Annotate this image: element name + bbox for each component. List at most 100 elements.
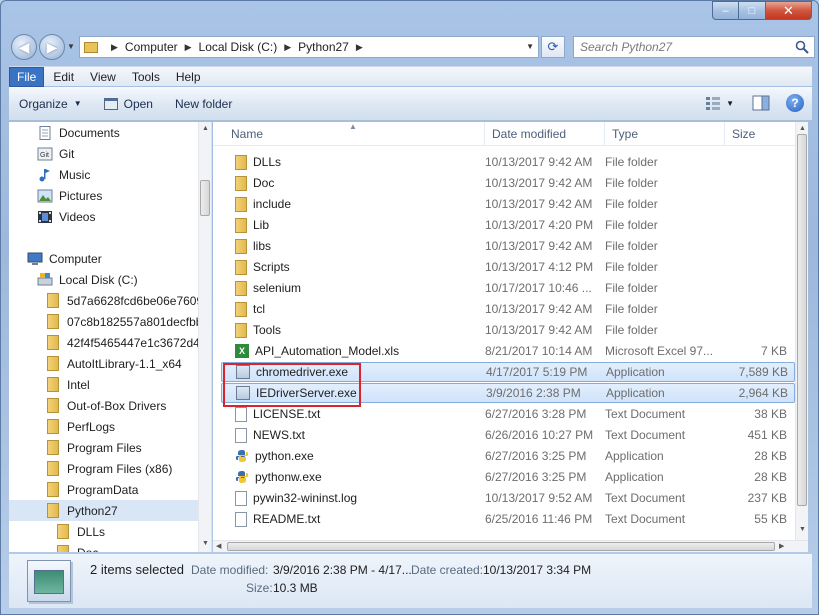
search-input[interactable] — [580, 40, 780, 54]
nav-item-program-files[interactable]: Program Files — [47, 437, 142, 458]
menu-edit[interactable]: Edit — [46, 68, 81, 86]
scrollbar-thumb[interactable] — [200, 180, 210, 216]
scroll-up-icon[interactable]: ▲ — [202, 125, 209, 132]
file-row[interactable]: libs 10/13/2017 9:42 AM File folder — [221, 236, 795, 256]
nav-item-5d7a6628fcd6be06e7609[interactable]: 5d7a6628fcd6be06e7609 — [47, 290, 203, 311]
file-row[interactable]: python.exe 6/27/2016 3:25 PM Application 28… — [221, 446, 795, 466]
file-row[interactable]: selenium 10/17/2017 10:46 ... File folder — [221, 278, 795, 298]
file-name: LICENSE.txt — [253, 407, 321, 421]
file-row[interactable]: tcl 10/13/2017 9:42 AM File folder — [221, 299, 795, 319]
file-row[interactable]: NEWS.txt 6/26/2016 10:27 PM Text Document 4… — [221, 425, 795, 445]
nav-item-autoitlibrary-1-1-x64[interactable]: AutoItLibrary-1.1_x64 — [47, 353, 182, 374]
column-type[interactable]: Type — [605, 122, 725, 146]
navigation-pane: Documents Git Git Music Pictures Videos Comput… — [9, 122, 212, 552]
nav-item-computer[interactable]: Computer — [27, 248, 102, 269]
horizontal-scrollbar[interactable]: ◀ ▶ — [213, 540, 808, 552]
file-row[interactable]: Doc 10/13/2017 9:42 AM File folder — [221, 173, 795, 193]
nav-item-label: Python27 — [67, 503, 118, 518]
file-row[interactable]: Lib 10/13/2017 4:20 PM File folder — [221, 215, 795, 235]
breadcrumb-local-disk[interactable]: Local Disk (C:) — [199, 40, 278, 54]
menu-view[interactable]: View — [83, 68, 123, 86]
chevron-right-icon[interactable]: ▶ — [284, 42, 291, 53]
file-name-cell: Scripts — [221, 259, 485, 275]
refresh-button[interactable]: ⟳ — [541, 36, 565, 58]
menu-help[interactable]: Help — [169, 68, 208, 86]
chevron-down-icon[interactable]: ▼ — [726, 99, 734, 108]
file-row[interactable]: Tools 10/13/2017 9:42 AM File folder — [221, 320, 795, 340]
scrollbar-thumb[interactable] — [227, 542, 775, 551]
nav-item-out-of-box-drivers[interactable]: Out-of-Box Drivers — [47, 395, 166, 416]
search-icon[interactable] — [795, 40, 809, 54]
nav-item-python27[interactable]: Python27 — [9, 500, 199, 521]
chevron-right-icon[interactable]: ▶ — [356, 42, 363, 53]
drive-icon — [37, 272, 53, 287]
nav-item-programdata[interactable]: ProgramData — [47, 479, 138, 500]
nav-item-doc[interactable]: Doc — [57, 542, 98, 552]
nav-item-local-disk-c[interactable]: Local Disk (C:) — [37, 269, 138, 290]
breadcrumb[interactable]: ▶ Computer ▶ Local Disk (C:) ▶ Python27 … — [79, 36, 539, 58]
file-row[interactable]: LICENSE.txt 6/27/2016 3:28 PM Text Documen… — [221, 404, 795, 424]
back-button[interactable]: ◀ — [11, 34, 37, 60]
nav-item-git[interactable]: Git Git — [37, 143, 74, 164]
nav-item-dlls[interactable]: DLLs — [57, 521, 105, 542]
file-row[interactable]: pywin32-wininst.log 10/13/2017 9:52 AM Tex… — [221, 488, 795, 508]
file-size: 451 KB — [747, 428, 787, 442]
chevron-right-icon[interactable]: ▶ — [111, 42, 118, 53]
nav-item-07c8b182557a801decfbb[interactable]: 07c8b182557a801decfbb — [47, 311, 202, 332]
search-box[interactable] — [573, 36, 815, 58]
nav-item-perflogs[interactable]: PerfLogs — [47, 416, 115, 437]
minimize-button[interactable]: – — [712, 1, 739, 20]
file-type: File folder — [605, 155, 658, 169]
open-button[interactable]: Open — [103, 97, 153, 111]
new-folder-button[interactable]: New folder — [175, 97, 232, 111]
nav-item-intel[interactable]: Intel — [47, 374, 90, 395]
vertical-scrollbar[interactable]: ▲ ▼ — [795, 122, 808, 540]
nav-item-label: Out-of-Box Drivers — [67, 398, 167, 413]
view-options-icon[interactable] — [704, 95, 722, 111]
folder-icon — [47, 293, 59, 308]
organize-button[interactable]: Organize ▼ — [19, 97, 82, 111]
file-size: 7 KB — [760, 344, 787, 358]
text-document-icon — [235, 490, 247, 506]
close-button[interactable]: ✕ — [766, 1, 812, 20]
file-row[interactable]: X API_Automation_Model.xls 8/21/2017 10:14… — [221, 341, 795, 361]
nav-item-videos[interactable]: Videos — [37, 206, 95, 227]
recent-locations-icon[interactable]: ▼ — [67, 42, 75, 51]
nav-item-documents[interactable]: Documents — [37, 122, 120, 143]
breadcrumb-python27[interactable]: Python27 — [298, 40, 349, 54]
scroll-left-icon[interactable]: ◀ — [216, 542, 221, 550]
file-date-modified: 10/13/2017 9:42 AM — [485, 176, 593, 190]
maximize-button[interactable]: □ — [739, 1, 766, 20]
navigation-scrollbar[interactable]: ▲ ▼ — [198, 122, 211, 552]
file-name: README.txt — [253, 512, 321, 526]
svg-text:Git: Git — [40, 152, 49, 159]
preview-pane-icon[interactable] — [752, 95, 770, 111]
file-row[interactable]: README.txt 6/25/2016 11:46 PM Text Documen… — [221, 509, 795, 529]
excel-icon: X — [235, 344, 249, 358]
file-row[interactable]: pythonw.exe 6/27/2016 3:25 PM Application 2… — [221, 467, 795, 487]
file-row[interactable]: include 10/13/2017 9:42 AM File folder — [221, 194, 795, 214]
scrollbar-thumb[interactable] — [797, 134, 807, 506]
nav-item-music[interactable]: Music — [37, 164, 90, 185]
nav-item-42f4f5465447e1c3672d4[interactable]: 42f4f5465447e1c3672d4 — [47, 332, 200, 353]
help-icon[interactable]: ? — [786, 94, 804, 112]
file-row[interactable]: Scripts 10/13/2017 4:12 PM File folder — [221, 257, 795, 277]
explorer-window: – □ ✕ ◀ ▶ ▼ ▶ Computer ▶ Local Disk (C:)… — [0, 0, 819, 615]
column-size[interactable]: Size — [725, 122, 795, 146]
chevron-right-icon[interactable]: ▶ — [185, 42, 192, 53]
scroll-right-icon[interactable]: ▶ — [779, 542, 784, 550]
nav-item-pictures[interactable]: Pictures — [37, 185, 102, 206]
nav-item-program-files-x86[interactable]: Program Files (x86) — [47, 458, 172, 479]
scroll-down-icon[interactable]: ▼ — [799, 526, 806, 533]
file-name: Lib — [253, 218, 270, 232]
file-row[interactable]: DLLs 10/13/2017 9:42 AM File folder — [221, 152, 795, 172]
menu-file[interactable]: File — [9, 66, 45, 87]
file-date-modified: 10/13/2017 4:12 PM — [485, 260, 594, 274]
chevron-down-icon[interactable]: ▼ — [526, 42, 534, 51]
menu-tools[interactable]: Tools — [125, 68, 167, 86]
forward-button[interactable]: ▶ — [39, 34, 65, 60]
scroll-down-icon[interactable]: ▼ — [202, 540, 209, 547]
column-date-modified[interactable]: Date modified — [485, 122, 605, 146]
breadcrumb-computer[interactable]: Computer — [125, 40, 178, 54]
scroll-up-icon[interactable]: ▲ — [799, 125, 806, 132]
